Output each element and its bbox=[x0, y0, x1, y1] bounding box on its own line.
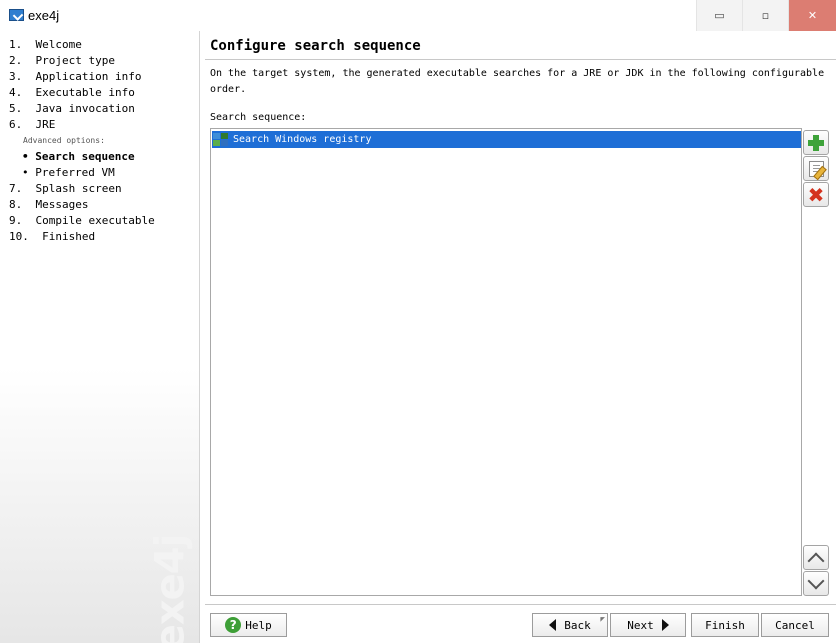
delete-icon: ✖ bbox=[807, 182, 825, 207]
cancel-label: Cancel bbox=[775, 618, 815, 632]
close-button[interactable]: ✕ bbox=[788, 0, 836, 31]
list-item[interactable]: Search Windows registry bbox=[212, 131, 801, 148]
search-sequence-label: Search sequence: bbox=[210, 112, 307, 123]
step-splash-screen[interactable]: 7. Splash screen bbox=[9, 182, 122, 195]
step-messages[interactable]: 8. Messages bbox=[9, 198, 88, 211]
step-welcome[interactable]: 1. Welcome bbox=[9, 38, 82, 51]
search-sequence-list[interactable]: Search Windows registry bbox=[210, 128, 802, 596]
next-arrow-icon bbox=[661, 619, 669, 631]
edit-entry-button[interactable] bbox=[803, 156, 829, 181]
move-down-button[interactable] bbox=[803, 571, 829, 596]
help-icon: ? bbox=[225, 617, 242, 633]
next-label: Next bbox=[627, 618, 654, 632]
delete-entry-button[interactable]: ✖ bbox=[803, 182, 829, 207]
window-title: exe4j bbox=[28, 8, 60, 23]
advanced-options-label: Advanced options: bbox=[23, 136, 105, 145]
maximize-button[interactable]: ▫ bbox=[742, 0, 788, 31]
step-executable-info[interactable]: 4. Executable info bbox=[9, 86, 135, 99]
add-entry-button[interactable] bbox=[803, 130, 829, 155]
next-button[interactable]: Next bbox=[610, 613, 686, 637]
back-button[interactable]: ◤ Back bbox=[532, 613, 608, 637]
move-up-button[interactable] bbox=[803, 545, 829, 570]
app-icon bbox=[9, 9, 24, 21]
step-compile-executable[interactable]: 9. Compile executable bbox=[9, 214, 155, 227]
exe4j-watermark: exe4j bbox=[147, 535, 193, 643]
move-up-icon bbox=[807, 552, 825, 569]
minimize-button[interactable]: ▭ bbox=[696, 0, 742, 31]
add-icon bbox=[808, 134, 824, 151]
back-label: Back bbox=[564, 618, 591, 632]
edit-icon bbox=[808, 160, 824, 177]
step-java-invocation[interactable]: 5. Java invocation bbox=[9, 102, 135, 115]
corner-mark-icon: ◤ bbox=[600, 616, 605, 623]
title-bar: exe4j ▭ ▫ ✕ bbox=[0, 0, 836, 31]
step-search-sequence[interactable]: • Search sequence bbox=[22, 150, 135, 163]
finish-label: Finish bbox=[705, 618, 745, 632]
finish-button[interactable]: Finish bbox=[691, 613, 759, 637]
cancel-button[interactable]: Cancel bbox=[761, 613, 829, 637]
steps-panel: 1. Welcome 2. Project type 3. Applicatio… bbox=[0, 31, 200, 643]
step-finished[interactable]: 10. Finished bbox=[9, 230, 95, 243]
back-arrow-icon bbox=[549, 619, 557, 631]
step-jre[interactable]: 6. JRE bbox=[9, 118, 55, 131]
heading-divider bbox=[205, 59, 836, 60]
help-button[interactable]: ? Help bbox=[210, 613, 287, 637]
list-item-label: Search Windows registry bbox=[233, 134, 372, 145]
footer-divider bbox=[205, 604, 836, 605]
step-application-info[interactable]: 3. Application info bbox=[9, 70, 141, 83]
registry-icon bbox=[213, 132, 229, 147]
watermark-text: exe4j bbox=[147, 534, 194, 643]
help-label: Help bbox=[245, 618, 272, 632]
step-project-type[interactable]: 2. Project type bbox=[9, 54, 115, 67]
page-title: Configure search sequence bbox=[210, 38, 421, 54]
page-description: On the target system, the generated exec… bbox=[210, 68, 825, 95]
step-preferred-vm[interactable]: • Preferred VM bbox=[22, 166, 115, 179]
move-down-icon bbox=[807, 572, 825, 589]
